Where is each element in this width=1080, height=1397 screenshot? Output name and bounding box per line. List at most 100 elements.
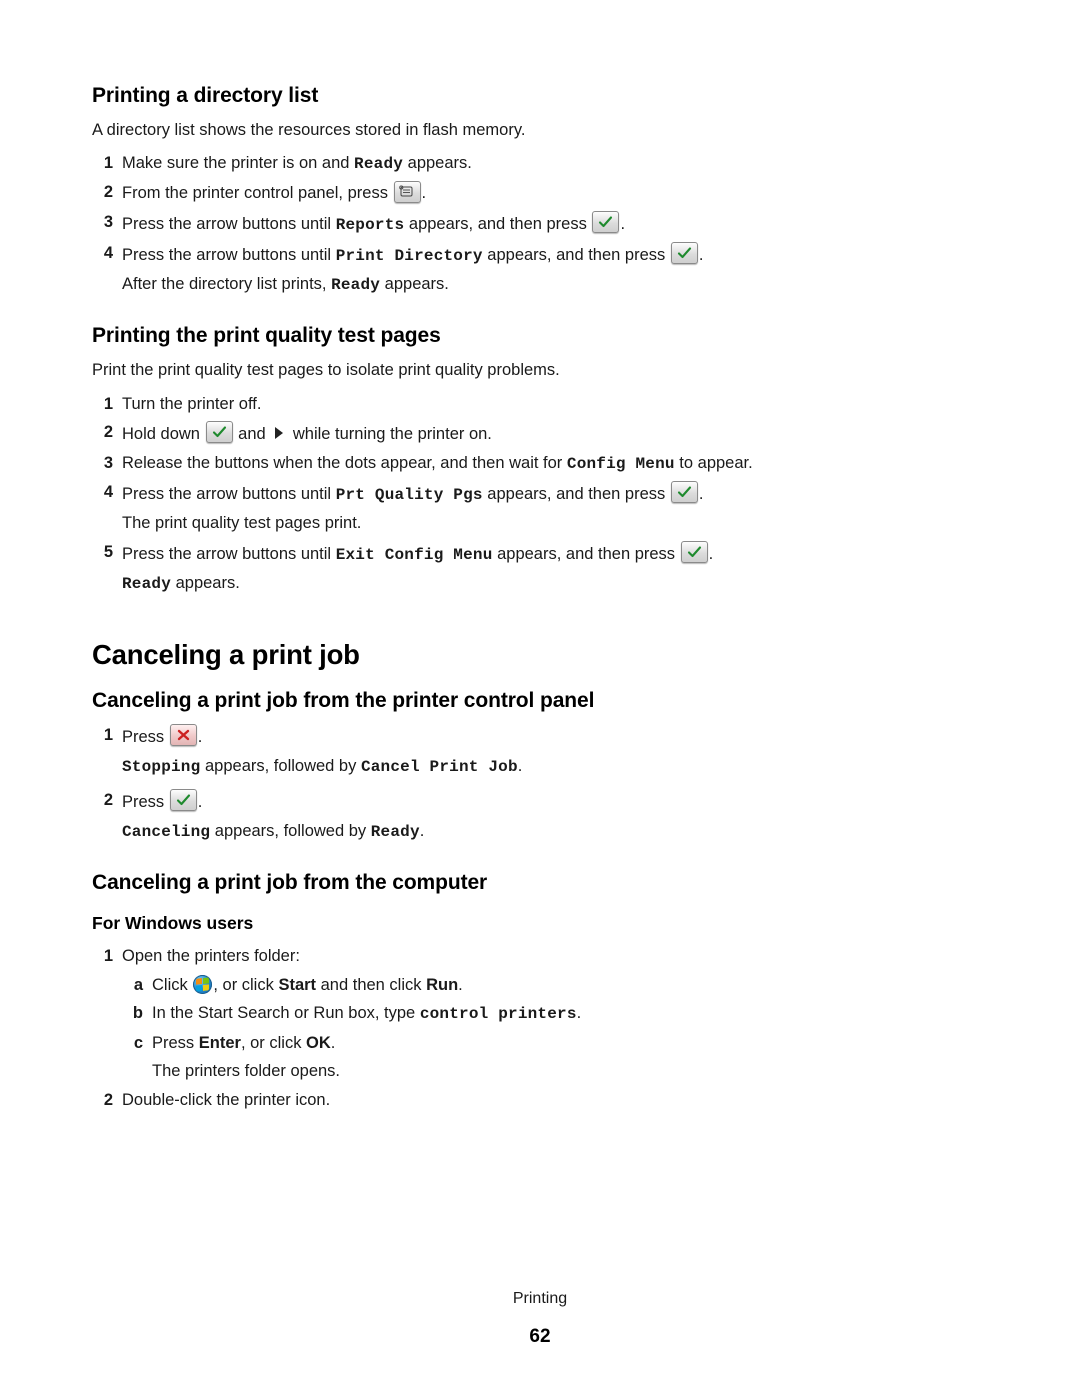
quality-step-5: 5 Press the arrow buttons until Exit Con… (92, 541, 912, 566)
step-number: 2 (103, 1091, 113, 1110)
display-message-ready: Ready (354, 155, 404, 174)
run-label: Run (426, 975, 459, 994)
display-message-ready: Ready (122, 575, 172, 594)
heading-for-windows-users: For Windows users (92, 912, 254, 933)
step-number: 2 (103, 423, 113, 442)
windows-step-1: 1 Open the printers folder: (92, 945, 912, 968)
quality-step-3: 3 Release the buttons when the dots appe… (92, 452, 912, 475)
step-number: 1 (103, 154, 113, 173)
step-text-post: appears. (403, 154, 472, 173)
display-message-ready: Ready (370, 822, 420, 841)
step-text-pre: From the printer control panel, press (122, 184, 393, 203)
step-text-mid: appears, and then press (482, 246, 670, 265)
step-text: Press the arrow buttons until Prt Qualit… (122, 481, 912, 506)
menu-key-icon (393, 181, 421, 204)
directory-step-3: 3 Press the arrow buttons until Reports … (92, 211, 912, 236)
step-number: 3 (103, 213, 113, 232)
display-message-cancel-print-job: Cancel Print Job (360, 757, 518, 776)
windows-step-1c: c Press Enter, or click OK. (122, 1032, 912, 1055)
display-message-config-menu: Config Menu (566, 455, 675, 474)
directory-list-intro: A directory list shows the resources sto… (92, 121, 526, 139)
note-post: . (419, 821, 425, 840)
step-text: From the printer control panel, press . (122, 181, 912, 205)
quality-test-intro: Print the print quality test pages to is… (92, 361, 560, 380)
select-check-key-icon (680, 541, 708, 564)
display-message-canceling: Canceling (122, 822, 211, 841)
heading-cancel-from-control-panel: Canceling a print job from the printer c… (92, 689, 595, 713)
step-text-post: . (197, 728, 203, 747)
step-text-pre: Press (152, 1033, 199, 1052)
step-text-post: . (458, 975, 463, 994)
step-text-pre: Press the arrow buttons until (122, 215, 336, 234)
heading-printing-directory-list: Printing a directory list (92, 84, 319, 107)
step-text: Double-click the printer icon. (122, 1091, 331, 1110)
step-number: 5 (103, 543, 113, 562)
step-text: Press the arrow buttons until Print Dire… (122, 242, 912, 267)
display-message-reports: Reports (335, 216, 405, 235)
select-check-key-icon (670, 481, 698, 504)
display-message-ready: Ready (331, 276, 381, 295)
step-text: Press . (122, 789, 912, 814)
ok-label: OK (306, 1033, 331, 1052)
quality-step-2: 2 Hold down and while turning the printe… (92, 421, 912, 446)
enter-label: Enter (198, 1033, 241, 1052)
step-text-post: . (197, 793, 203, 812)
cancel-cross-key-icon (169, 724, 197, 747)
directory-step-2: 2 From the printer control panel, press … (92, 181, 912, 205)
step-letter: a (133, 975, 143, 994)
note-mid: appears, followed by (210, 821, 371, 840)
step-text: Press Enter, or click OK. (152, 1032, 912, 1055)
step-letter: c (133, 1033, 143, 1052)
note-post: . (517, 756, 523, 775)
note-post: appears. (171, 574, 240, 593)
step-text-mid: appears, and then press (492, 545, 680, 564)
step-text: Release the buttons when the dots appear… (122, 452, 912, 475)
step-text-pre: Release the buttons when the dots appear… (122, 454, 567, 473)
note-pre: After the directory list prints, (122, 275, 332, 294)
heading-print-quality-test-pages: Printing the print quality test pages (92, 324, 441, 348)
step-text-mid: , or click (213, 975, 279, 994)
windows-step-2: 2 Double-click the printer icon. (92, 1089, 912, 1112)
right-arrow-icon (271, 424, 287, 442)
quality-step-1: 1 Turn the printer off. (92, 393, 912, 416)
cancel-panel-step-1-note: Stopping appears, followed by Cancel Pri… (122, 755, 912, 778)
step-text: Press the arrow buttons until Exit Confi… (122, 541, 912, 566)
document-page: Printing a directory list A directory li… (0, 0, 1080, 1397)
step-text-pre: In the Start Search or Run box, type (152, 1004, 420, 1023)
step-text-pre: Press (122, 793, 169, 812)
select-check-key-icon (670, 242, 698, 265)
step-text: Press the arrow buttons until Reports ap… (122, 211, 912, 236)
quality-step-4-note: The print quality test pages print. (122, 514, 362, 533)
step-text-pre: Make sure the printer is on and (122, 154, 355, 173)
directory-after-note: After the directory list prints, Ready a… (122, 273, 912, 296)
select-check-key-icon (169, 789, 197, 812)
step-text-pre: Press (122, 728, 169, 747)
display-message-stopping: Stopping (122, 757, 201, 776)
step-text-post: . (421, 184, 427, 203)
note-post: appears. (380, 275, 449, 294)
step-text-pre: Press the arrow buttons until (122, 246, 336, 265)
step-text: Hold down and while turning the printer … (122, 421, 912, 446)
step-text-post: . (698, 485, 704, 504)
step-number: 1 (103, 726, 113, 745)
step-text-post: while turning the printer on. (288, 425, 492, 444)
step-text-post: . (708, 545, 714, 564)
display-message-prt-quality-pgs: Prt Quality Pgs (335, 486, 483, 505)
step-text-post: . (698, 246, 704, 265)
step-number: 4 (103, 483, 113, 502)
command-control-printers: control printers (419, 1005, 577, 1024)
windows-step-1b: b In the Start Search or Run box, type c… (122, 1002, 912, 1025)
select-check-key-icon (592, 211, 620, 234)
windows-step-1c-note: The printers folder opens. (152, 1062, 341, 1081)
step-text-post: . (620, 215, 626, 234)
display-message-exit-config-menu: Exit Config Menu (335, 546, 493, 565)
quality-step-5-note: Ready appears. (122, 572, 912, 595)
step-text: Turn the printer off. (122, 394, 262, 413)
step-text: Open the printers folder: (122, 946, 300, 965)
heading-canceling-a-print-job: Canceling a print job (92, 639, 360, 671)
step-text-pre: Click (152, 975, 193, 994)
step-text-mid: and (233, 425, 271, 444)
directory-step-1: 1 Make sure the printer is on and Ready … (92, 152, 912, 175)
step-text: Make sure the printer is on and Ready ap… (122, 152, 912, 175)
step-text-mid2: and then click (316, 975, 427, 994)
